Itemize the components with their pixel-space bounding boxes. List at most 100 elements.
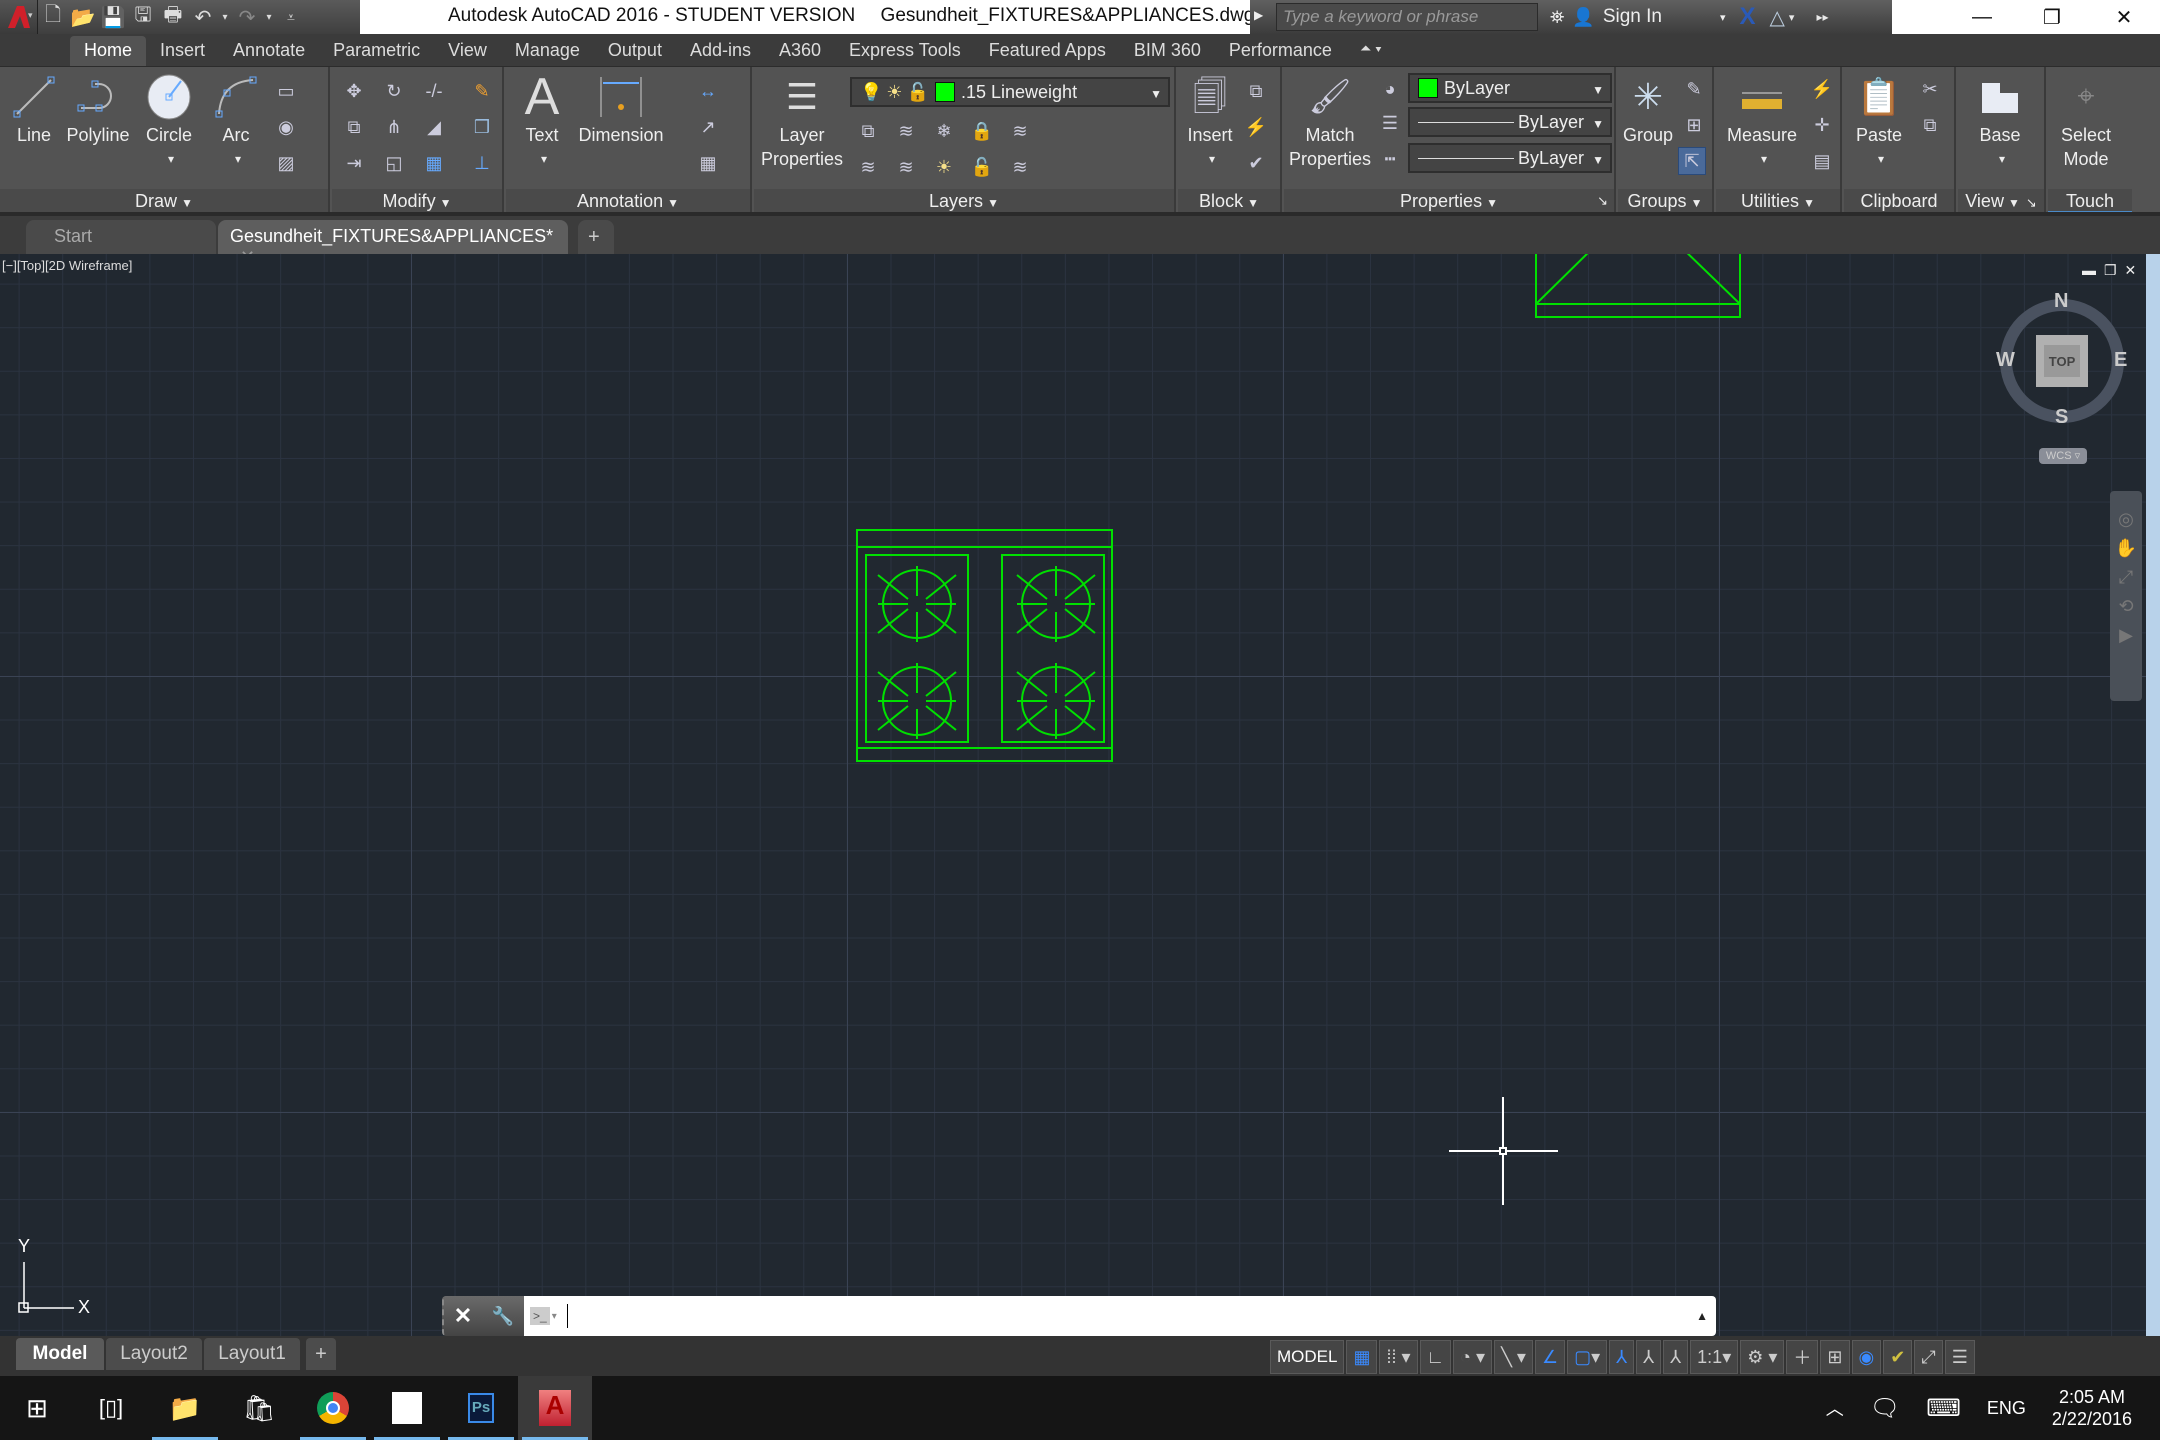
- arc-dropdown-icon[interactable]: ▾: [212, 147, 264, 171]
- ungroup-icon[interactable]: ✎: [1680, 75, 1708, 103]
- application-menu-button[interactable]: ▾: [0, 0, 38, 34]
- layer-unlock-all-icon[interactable]: 🔓: [968, 153, 996, 181]
- show-hidden-icons[interactable]: ︿: [1826, 1395, 1844, 1421]
- pan-icon[interactable]: ✋: [2115, 538, 2137, 559]
- tab-parametric[interactable]: Parametric: [319, 36, 434, 66]
- orbit-icon[interactable]: ⟲: [2118, 596, 2133, 617]
- array-icon[interactable]: ▦: [420, 149, 448, 177]
- recent-commands-icon[interactable]: >_: [530, 1307, 550, 1325]
- ortho-toggle[interactable]: ∟: [1419, 1340, 1452, 1374]
- dimension-button[interactable]: Dimension: [576, 73, 666, 147]
- linetype-dropdown[interactable]: ByLayer ▼: [1408, 143, 1612, 173]
- search-input[interactable]: Type a keyword or phrase: [1276, 3, 1538, 31]
- command-history-toggle-icon[interactable]: ▲: [1696, 1309, 1708, 1323]
- trim-icon[interactable]: -/-: [420, 77, 448, 105]
- a360-icon[interactable]: △: [1770, 5, 1785, 30]
- ribbon-minimize-icon[interactable]: ⏶ ▾: [1346, 36, 1396, 66]
- clean-screen-icon[interactable]: ⤢: [1914, 1340, 1943, 1374]
- close-button[interactable]: ✕: [2090, 0, 2158, 34]
- group-selection-icon[interactable]: ⇱: [1678, 147, 1706, 175]
- new-file-icon[interactable]: 🗋: [38, 3, 68, 31]
- id-point-icon[interactable]: ✛: [1808, 111, 1836, 139]
- boundary-icon[interactable]: ▨: [272, 149, 300, 177]
- create-block-icon[interactable]: ⧉: [1242, 77, 1270, 105]
- line-button[interactable]: Line: [8, 73, 60, 147]
- annotation-scale-dropdown[interactable]: 1:1 ▾: [1690, 1340, 1739, 1374]
- cut-icon[interactable]: ✂: [1916, 75, 1944, 103]
- isolate-objects-icon[interactable]: ◉: [1851, 1340, 1882, 1374]
- draw-panel-title[interactable]: Draw ▼: [0, 189, 328, 213]
- circle-dropdown-icon[interactable]: ▾: [142, 147, 200, 171]
- annotation-scale-icon[interactable]: ⅄: [1663, 1340, 1689, 1374]
- scale-icon[interactable]: ◱: [380, 149, 408, 177]
- sign-in-dropdown-icon[interactable]: ▾: [1720, 11, 1726, 24]
- quick-select-icon[interactable]: ⚡: [1808, 75, 1836, 103]
- group-edit-icon[interactable]: ⊞: [1680, 111, 1708, 139]
- properties-launcher-icon[interactable]: ↘: [1597, 189, 1608, 213]
- new-layout-button[interactable]: +: [306, 1338, 336, 1370]
- clipboard-panel-title[interactable]: Clipboard: [1844, 189, 1954, 213]
- taskbar-photos[interactable]: [370, 1376, 444, 1440]
- thaw-all-layers-icon[interactable]: ☀: [930, 153, 958, 181]
- hatch-icon[interactable]: ◉: [272, 113, 300, 141]
- units-icon[interactable]: ⊞: [1820, 1340, 1850, 1374]
- group-button[interactable]: ✳ Group: [1622, 73, 1674, 147]
- file-tab-start[interactable]: Start: [26, 220, 216, 254]
- linear-dimension-icon[interactable]: ↔: [694, 77, 722, 105]
- binoculars-icon[interactable]: ⛯: [1550, 7, 1564, 28]
- copy-clip-icon[interactable]: ⧉: [1916, 111, 1944, 139]
- select-mode-button[interactable]: ⌖ Select Mode: [2056, 73, 2116, 171]
- annotation-panel-title[interactable]: Annotation ▼: [506, 189, 750, 213]
- tab-home[interactable]: Home: [70, 36, 147, 66]
- lineweight-dropdown[interactable]: ByLayer ▼: [1408, 107, 1612, 137]
- rotate-icon[interactable]: ↻: [380, 77, 408, 105]
- compass-east[interactable]: E: [2114, 349, 2127, 372]
- restore-button[interactable]: ❐: [2018, 0, 2086, 34]
- circle-button[interactable]: Circle ▾: [138, 73, 200, 171]
- layer-match-properties-icon[interactable]: ≋: [1006, 153, 1034, 181]
- close-command-line-icon[interactable]: ✕: [454, 1303, 472, 1329]
- annotation-visibility-toggle[interactable]: ⅄: [1609, 1340, 1635, 1374]
- rectangle-icon[interactable]: ▭: [272, 77, 300, 105]
- sign-in-button[interactable]: ⛯ 👤 Sign In ▾: [1550, 6, 1726, 28]
- layout-tab-layout2[interactable]: Layout2: [106, 1338, 202, 1370]
- tab-insert[interactable]: Insert: [146, 36, 219, 66]
- paste-button[interactable]: 📋 Paste ▾: [1850, 73, 1908, 171]
- taskbar-autocad[interactable]: A: [518, 1376, 592, 1440]
- color-dropdown[interactable]: ByLayer ▼: [1408, 73, 1612, 103]
- offset-icon[interactable]: ⊥: [468, 149, 496, 177]
- match-properties-button[interactable]: 🖌 Match Properties: [1288, 73, 1372, 171]
- insert-dropdown-icon[interactable]: ▾: [1186, 147, 1238, 171]
- properties-panel-title[interactable]: Properties ▼ ↘: [1284, 189, 1614, 213]
- layers-panel-title[interactable]: Layers ▼: [754, 189, 1174, 213]
- edit-attributes-icon[interactable]: ✔: [1242, 149, 1270, 177]
- minimize-button[interactable]: —: [1948, 0, 2016, 34]
- groups-panel-title[interactable]: Groups ▼: [1618, 189, 1712, 213]
- tab-view[interactable]: View: [434, 36, 501, 66]
- open-file-icon[interactable]: 📂: [68, 3, 98, 31]
- paste-dropdown-icon[interactable]: ▾: [1854, 147, 1908, 171]
- exchange-apps-icon[interactable]: X: [1740, 3, 1756, 31]
- customization-menu-icon[interactable]: ☰: [1944, 1340, 1975, 1374]
- utilities-panel-title[interactable]: Utilities ▼: [1716, 189, 1840, 213]
- isodraft-toggle[interactable]: ╲ ▾: [1494, 1340, 1533, 1374]
- linetype-icon[interactable]: ┅: [1376, 145, 1404, 173]
- match-layer-icon[interactable]: ≋: [892, 117, 920, 145]
- tab-a360[interactable]: A360: [765, 36, 835, 66]
- fillet-icon[interactable]: ◢: [420, 113, 448, 141]
- layer-isolate-icon[interactable]: ⧉: [854, 117, 882, 145]
- taskbar-file-explorer[interactable]: 📁: [148, 1376, 222, 1440]
- viewcube-top-face[interactable]: TOP: [2036, 335, 2088, 387]
- drawing-viewport[interactable]: [−][Top][2D Wireframe] ▬❐✕ Y X TOP N S W…: [0, 254, 2146, 1336]
- arc-button[interactable]: Arc ▾: [208, 73, 264, 171]
- touch-panel-title[interactable]: Touch: [2048, 189, 2132, 213]
- object-snap-toggle[interactable]: ▢ ▾: [1567, 1340, 1608, 1374]
- compass-north[interactable]: N: [2054, 290, 2068, 313]
- touch-keyboard-icon[interactable]: ⌨: [1926, 1394, 1961, 1423]
- block-panel-title[interactable]: Block ▼: [1178, 189, 1280, 213]
- zoom-extents-icon[interactable]: ⤢: [2119, 567, 2133, 588]
- action-center-icon[interactable]: 🗨: [1870, 1394, 1900, 1423]
- view-panel-title[interactable]: View ▼ ↘: [1958, 189, 2044, 213]
- help-dropdown-icon[interactable]: ▾: [1789, 11, 1795, 24]
- redo-icon[interactable]: ↷: [232, 3, 262, 31]
